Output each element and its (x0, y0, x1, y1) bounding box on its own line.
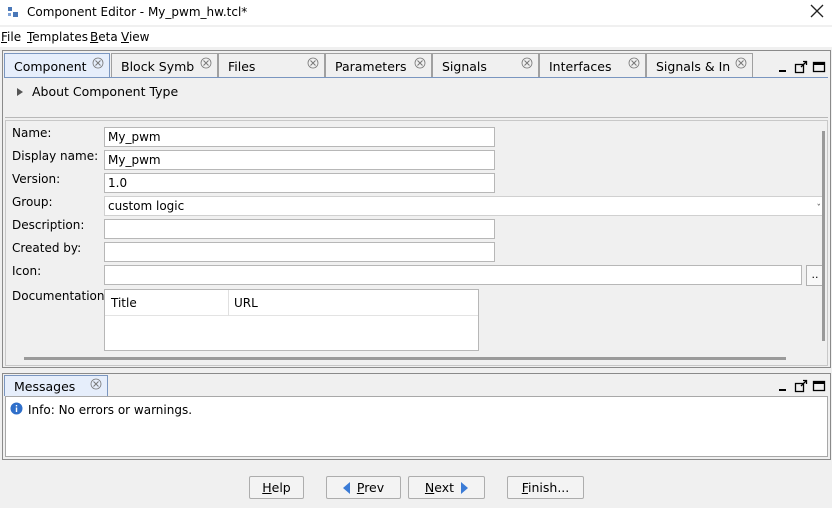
arrow-left-icon (342, 482, 350, 494)
tab-interfaces[interactable]: Interfaces (539, 53, 646, 77)
column-divider (228, 290, 229, 316)
tab-label: Messages (14, 379, 76, 394)
next-button[interactable]: Next (408, 476, 485, 499)
menu-view-label: iew (128, 30, 150, 44)
menu-templates[interactable]: Templates (27, 30, 88, 44)
window-title: Component Editor - My_pwm_hw.tcl* (27, 5, 248, 19)
created-by-field[interactable] (104, 242, 495, 262)
column-header-title[interactable]: Title (111, 296, 137, 310)
menu-beta-mnemonic: B (90, 30, 99, 44)
name-field[interactable]: My_pwm (104, 127, 495, 147)
arrow-right-icon (461, 482, 469, 494)
tab-label: Signals (442, 59, 487, 74)
minimize-icon[interactable] (776, 379, 790, 393)
maximize-icon[interactable] (812, 379, 826, 393)
menu-view-mnemonic: V (121, 30, 129, 44)
description-label: Description: (12, 218, 85, 232)
detach-icon[interactable] (794, 60, 808, 74)
tab-messages[interactable]: Messages (4, 375, 108, 396)
menu-bar: File Templates Beta View (0, 27, 832, 47)
documentation-table[interactable]: Title URL (104, 289, 479, 351)
created-by-label: Created by: (12, 241, 82, 255)
title-bar: Component Editor - My_pwm_hw.tcl* (0, 0, 832, 25)
finish-button[interactable]: Finish... (507, 476, 584, 499)
next-mnemonic: N (424, 480, 435, 495)
messages-panel: Messages Info: No errors or warnings. (2, 373, 831, 460)
tab-parameters[interactable]: Parameters (325, 53, 432, 77)
group-value: custom logic (108, 199, 185, 213)
vertical-scrollbar[interactable] (822, 131, 825, 341)
tab-block-symbol[interactable]: Block Symb (111, 53, 218, 77)
menu-beta[interactable]: Beta (90, 30, 118, 44)
menu-templates-label: emplates (32, 30, 89, 44)
tab-signals-interfaces[interactable]: Signals & In (646, 53, 753, 77)
app-icon (8, 7, 18, 17)
documentation-table-header: Title URL (105, 290, 478, 316)
panel-controls (776, 60, 828, 74)
menu-file[interactable]: File (1, 30, 21, 44)
close-tab-icon[interactable] (200, 57, 212, 69)
version-field[interactable]: 1.0 (104, 173, 495, 193)
column-header-url[interactable]: URL (234, 296, 258, 310)
display-name-field[interactable]: My_pwm (104, 150, 495, 170)
close-tab-icon[interactable] (90, 378, 102, 390)
description-field[interactable] (104, 219, 495, 239)
close-icon (810, 4, 824, 18)
message-text: Info: No errors or warnings. (28, 403, 193, 417)
editor-panel: Component Block Symb Files Parameters Si… (2, 50, 831, 368)
tab-label: Files (228, 59, 256, 74)
prev-label: rev (364, 480, 385, 495)
close-tab-icon[interactable] (414, 57, 426, 69)
detach-icon[interactable] (794, 379, 808, 393)
tab-component[interactable]: Component (4, 53, 110, 78)
version-label: Version: (12, 172, 61, 186)
display-name-label: Display name: (12, 149, 99, 163)
group-label: Group: (12, 195, 53, 209)
horizontal-scrollbar[interactable] (24, 357, 786, 360)
tab-files[interactable]: Files (218, 53, 325, 77)
component-form: Name: My_pwm Display name: My_pwm Versio… (5, 120, 828, 366)
menu-view[interactable]: View (121, 30, 149, 44)
tab-signals[interactable]: Signals (432, 53, 539, 77)
close-tab-icon[interactable] (92, 57, 104, 69)
prev-button[interactable]: Prev (326, 476, 401, 499)
tab-label: Block Symb (121, 59, 195, 74)
name-label: Name: (12, 126, 52, 140)
finish-label: inish... (528, 480, 570, 495)
about-component-type-label: About Component Type (32, 84, 179, 99)
close-tab-icon[interactable] (521, 57, 533, 69)
close-window-button[interactable] (808, 2, 826, 20)
component-tab-content: About Component Type Name: My_pwm Displa… (5, 77, 828, 366)
tab-strip: Component Block Symb Files Parameters Si… (3, 53, 830, 78)
tab-label: Signals & In (656, 59, 731, 74)
help-button[interactable]: Help (249, 476, 304, 499)
chevron-down-icon[interactable]: ˇ (817, 200, 822, 215)
close-tab-icon[interactable] (307, 57, 319, 69)
tab-label: Interfaces (549, 59, 612, 74)
expand-arrow-icon[interactable] (17, 88, 23, 96)
icon-field[interactable] (104, 265, 802, 285)
tab-label: Component (14, 59, 87, 74)
minimize-icon[interactable] (776, 60, 790, 74)
close-tab-icon[interactable] (735, 57, 747, 69)
about-component-type-section[interactable]: About Component Type (5, 78, 828, 118)
messages-panel-controls (776, 379, 828, 393)
messages-list: Info: No errors or warnings. (5, 396, 828, 457)
close-tab-icon[interactable] (628, 57, 640, 69)
group-combo[interactable]: custom logic ˇ (104, 196, 824, 216)
help-label: elp (271, 480, 291, 495)
menu-beta-label: eta (98, 30, 118, 44)
next-label: ext (434, 480, 455, 495)
maximize-icon[interactable] (812, 60, 826, 74)
documentation-label: Documentation: (12, 289, 109, 303)
menu-file-label: ile (7, 30, 22, 44)
info-icon (10, 402, 23, 415)
tab-label: Parameters (335, 59, 407, 74)
help-mnemonic: H (262, 480, 272, 495)
icon-label: Icon: (12, 264, 42, 278)
